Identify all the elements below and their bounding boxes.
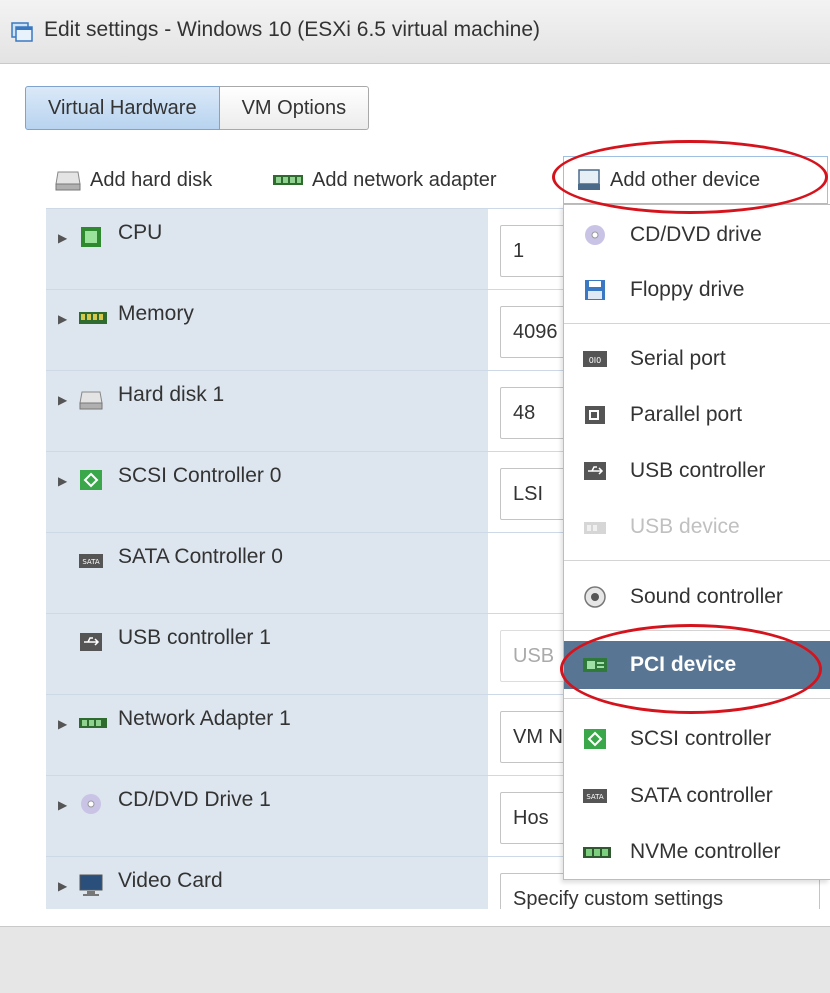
menu-item-label: USB controller: [630, 459, 766, 482]
pci-device-icon: [583, 658, 607, 672]
svg-text:0I0: 0I0: [589, 356, 602, 365]
add-hard-disk-label: Add hard disk: [90, 168, 213, 191]
usb-icon: [80, 633, 102, 651]
menu-item-label: SATA controller: [630, 784, 773, 807]
tab-bar: Virtual Hardware VM Options: [25, 86, 370, 132]
menu-item-scsi-controller[interactable]: SCSI controller: [564, 715, 830, 763]
hardware-name: CPU: [118, 221, 163, 244]
hardware-name: SATA Controller 0: [118, 545, 283, 568]
menu-separator: [564, 323, 830, 324]
menu-item-usb-controller[interactable]: USB controller: [564, 447, 830, 495]
add-other-device-menu: CD/DVD drive Floppy drive 0I0 Serial por…: [563, 204, 830, 880]
scsi-icon: [80, 470, 102, 490]
floppy-icon: [585, 280, 605, 300]
scsi-icon: [584, 729, 606, 749]
svg-text:SATA: SATA: [586, 793, 604, 801]
hard-disk-icon: [55, 171, 81, 191]
window-title: Edit settings - Windows 10 (ESXi 6.5 vir…: [44, 18, 541, 41]
expand-caret-icon[interactable]: ▶: [58, 393, 67, 407]
expand-caret-icon[interactable]: ▶: [58, 879, 67, 893]
menu-item-label: SCSI controller: [630, 727, 772, 750]
hardware-name: CD/DVD Drive 1: [118, 788, 271, 811]
usb-icon: [584, 462, 606, 480]
menu-item-sata-controller[interactable]: SATA SATA controller: [564, 772, 830, 820]
add-hard-disk-button[interactable]: Add hard disk: [54, 163, 212, 197]
hardware-name: SCSI Controller 0: [118, 464, 282, 487]
nvme-icon: [583, 847, 611, 858]
hardware-name: USB controller 1: [118, 626, 271, 649]
menu-separator: [564, 560, 830, 561]
menu-item-floppy-drive[interactable]: Floppy drive: [564, 266, 830, 314]
tab-vm-options[interactable]: VM Options: [219, 86, 370, 130]
hard-disk-icon: [79, 391, 103, 410]
network-adapter-icon: [273, 175, 303, 185]
edit-settings-icon: [11, 22, 33, 42]
network-adapter-icon: [79, 718, 107, 728]
memory-icon: [79, 312, 107, 324]
hardware-name: Hard disk 1: [118, 383, 225, 406]
expand-caret-icon[interactable]: ▶: [58, 474, 67, 488]
svg-text:SATA: SATA: [82, 558, 100, 566]
menu-item-label: NVMe controller: [630, 840, 781, 863]
menu-item-label: Serial port: [630, 347, 726, 370]
add-other-device-label: Add other device: [610, 168, 761, 191]
menu-item-cd-dvd-drive[interactable]: CD/DVD drive: [564, 211, 830, 259]
serial-port-icon: 0I0: [583, 351, 607, 367]
menu-separator: [564, 630, 830, 631]
parallel-port-icon: [585, 406, 605, 424]
add-device-icon: [578, 169, 600, 190]
menu-separator: [564, 698, 830, 699]
expand-caret-icon[interactable]: ▶: [58, 798, 67, 812]
menu-item-label: Floppy drive: [630, 278, 745, 301]
menu-item-label: USB device: [630, 515, 740, 538]
menu-item-parallel-port[interactable]: Parallel port: [564, 391, 830, 439]
expand-caret-icon[interactable]: ▶: [58, 312, 67, 326]
menu-item-label: Parallel port: [630, 403, 743, 426]
dialog-footer: [0, 926, 830, 993]
menu-item-serial-port[interactable]: 0I0 Serial port: [564, 335, 830, 383]
usb-device-icon: [584, 522, 606, 534]
tab-virtual-hardware[interactable]: Virtual Hardware: [25, 86, 220, 130]
hardware-name: Video Card: [118, 869, 223, 892]
menu-item-sound-controller[interactable]: Sound controller: [564, 573, 830, 621]
sata-icon: SATA: [79, 554, 103, 568]
menu-item-label: PCI device: [630, 653, 737, 676]
video-card-icon: [79, 874, 103, 896]
menu-item-label: Sound controller: [630, 585, 783, 608]
menu-item-label: CD/DVD drive: [630, 223, 762, 246]
menu-item-pci-device[interactable]: PCI device: [564, 641, 830, 689]
menu-item-usb-device: USB device: [564, 503, 830, 551]
add-other-device-button[interactable]: Add other device: [563, 156, 828, 204]
cd-dvd-icon: [81, 794, 101, 814]
window-title-bar: Edit settings - Windows 10 (ESXi 6.5 vir…: [0, 0, 830, 64]
cpu-icon: [81, 227, 101, 247]
add-network-adapter-label: Add network adapter: [312, 168, 497, 191]
menu-item-nvme-controller[interactable]: NVMe controller: [564, 828, 830, 876]
add-network-adapter-button[interactable]: Add network adapter: [272, 163, 497, 197]
sound-icon: [584, 586, 606, 608]
cd-dvd-icon: [585, 225, 605, 245]
expand-caret-icon[interactable]: ▶: [58, 231, 67, 245]
sata-icon: SATA: [583, 789, 607, 803]
hardware-name: Memory: [118, 302, 194, 325]
hardware-name: Network Adapter 1: [118, 707, 291, 730]
expand-caret-icon[interactable]: ▶: [58, 717, 67, 731]
